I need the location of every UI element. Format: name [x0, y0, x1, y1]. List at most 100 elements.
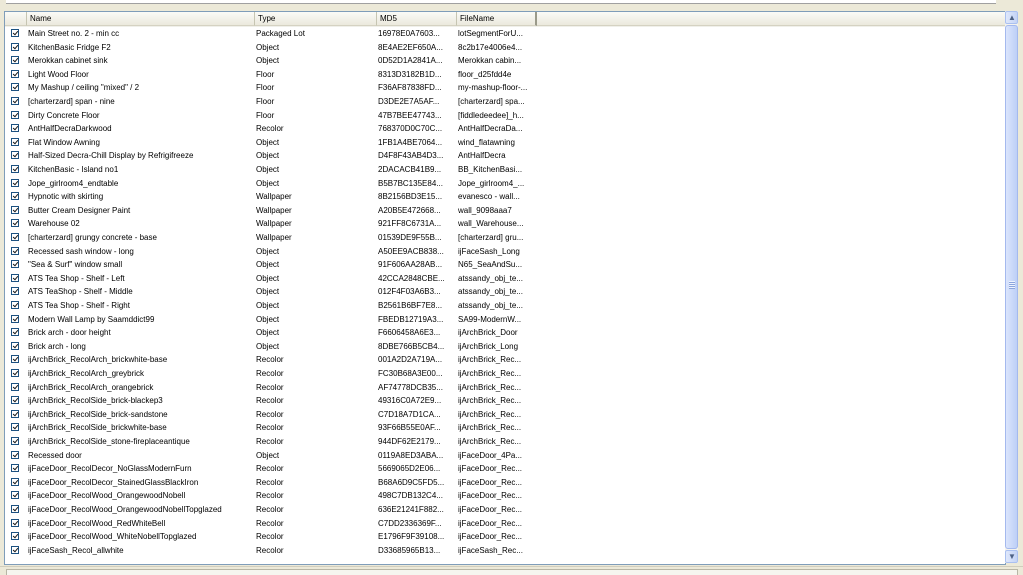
cell-filename: ijFaceDoor_Rec... [458, 491, 523, 501]
row-checkbox[interactable] [11, 301, 19, 309]
row-checkbox[interactable] [11, 382, 19, 391]
cell-filename: AntHalfDecraDa... [458, 124, 523, 134]
table-row[interactable]: Jope_girlroom4_endtable Object B5B7BC135E8… [5, 177, 1005, 191]
row-checkbox[interactable] [11, 328, 19, 337]
header-md5[interactable]: MD5 [377, 12, 457, 26]
cell-type: Recolor [256, 409, 284, 419]
row-checkbox[interactable] [11, 369, 19, 377]
table-row[interactable]: ijArchBrick_RecolSide_brickwhite-base Rec… [5, 421, 1005, 435]
table-row[interactable]: Warehouse 02 Wallpaper 921FF8C6731A... wall… [5, 217, 1005, 231]
row-checkbox[interactable] [11, 314, 19, 323]
table-row[interactable]: ijFaceDoor_RecolDecor_NoGlassModernFurn R… [5, 462, 1005, 476]
row-checkbox[interactable] [11, 396, 19, 405]
table-row[interactable]: ijFaceDoor_RecolWood_RedWhiteBell Recolor… [5, 517, 1005, 531]
table-row[interactable]: ijArchBrick_RecolSide_brick-sandstone Rec… [5, 408, 1005, 422]
row-checkbox[interactable] [11, 178, 19, 187]
table-row[interactable]: ijFaceDoor_RecolWood_OrangewoodNobell Rec… [5, 489, 1005, 503]
table-row[interactable]: ijArchBrick_RecolSide_stone-fireplaceant… [5, 435, 1005, 449]
cell-type: Object [256, 246, 280, 256]
table-row[interactable]: KitchenBasic - Island no1 Object 2DACACB41… [5, 163, 1005, 177]
table-row[interactable]: Brick arch - long Object 8DBE766B5CB4... ij… [5, 340, 1005, 354]
row-checkbox[interactable] [11, 477, 19, 486]
row-checkbox[interactable] [11, 56, 19, 65]
table-row[interactable]: Brick arch - door height Object F6606458A6… [5, 326, 1005, 340]
table-row[interactable]: Half-Sized Decra-Chill Display by Refrig… [5, 149, 1005, 163]
table-row[interactable]: ijArchBrick_RecolArch_orangebrick Recolor… [5, 381, 1005, 395]
table-row[interactable]: KitchenBasic Fridge F2 Object 8E4AE2EF650A… [5, 41, 1005, 55]
table-row[interactable]: AntHalfDecraDarkwood Recolor 768370D0C70C.… [5, 122, 1005, 136]
cell-filename: ijArchBrick_Rec... [458, 437, 522, 446]
row-checkbox[interactable] [11, 450, 19, 459]
row-checkbox[interactable] [11, 165, 19, 173]
table-row[interactable]: ijArchBrick_RecolArch_greybrick Recolor FC… [5, 367, 1005, 381]
row-checkbox[interactable] [11, 219, 19, 228]
row-checkbox[interactable] [11, 205, 19, 214]
header-checkbox-column[interactable] [5, 12, 27, 26]
table-row[interactable]: ijFaceDoor_RecolWood_OrangewoodNobellTop… [5, 503, 1005, 517]
cell-filename: ijFaceDoor_Rec... [458, 518, 523, 528]
header-name[interactable]: Name [27, 12, 255, 26]
scroll-thumb[interactable] [1005, 25, 1018, 549]
bottom-panel [6, 569, 1018, 575]
table-row[interactable]: ATS Tea Shop - Shelf - Right Object B2561B… [5, 299, 1005, 313]
row-checkbox[interactable] [11, 246, 19, 255]
table-row[interactable]: ATS TeaShop - Shelf - Middle Object 012F4F… [5, 285, 1005, 299]
row-checkbox[interactable] [11, 97, 19, 105]
table-row[interactable]: Flat Window Awning Object 1FB1A4BE7064... w… [5, 136, 1005, 150]
row-checkbox[interactable] [11, 137, 19, 146]
row-checkbox[interactable] [11, 124, 19, 133]
table-row[interactable]: Light Wood Floor Floor 8313D3182B1D... floo… [5, 68, 1005, 82]
row-checkbox[interactable] [11, 69, 19, 78]
table-row[interactable]: Merokkan cabinet sink Object 0D52D1A2841A.… [5, 54, 1005, 68]
table-row[interactable]: [charterzard] grungy concrete - base Wall… [5, 231, 1005, 245]
row-checkbox[interactable] [11, 273, 19, 282]
row-checkbox[interactable] [11, 287, 19, 296]
table-row[interactable]: ijFaceSash_Recol_allwhite Recolor D3368596… [5, 544, 1005, 558]
row-checkbox[interactable] [11, 532, 19, 541]
table-row[interactable]: "Sea & Surf" window small Object 91F606AA2… [5, 258, 1005, 272]
table-row[interactable]: Recessed sash window - long Object A50EE9A… [5, 245, 1005, 259]
cell-filename: [charterzard] spa... [458, 97, 525, 106]
row-checkbox[interactable] [11, 518, 19, 527]
vertical-scrollbar[interactable]: ▲ ▼ [1005, 11, 1018, 563]
table-row[interactable]: My Mashup / ceiling "mixed" / 2 Floor F36A… [5, 81, 1005, 95]
table-row[interactable]: Hypnotic with skirting Wallpaper 8B2156BD3… [5, 190, 1005, 204]
row-checkbox[interactable] [11, 437, 19, 445]
table-row[interactable]: Butter Cream Designer Paint Wallpaper A20B… [5, 204, 1005, 218]
table-row[interactable]: ijFaceDoor_RecolDecor_StainedGlassBlackI… [5, 476, 1005, 490]
row-checkbox[interactable] [11, 423, 19, 432]
table-row[interactable]: Main Street no. 2 - min cc Packaged Lot 16… [5, 27, 1005, 41]
row-checkbox[interactable] [11, 409, 19, 418]
row-checkbox[interactable] [11, 83, 19, 92]
row-checkbox[interactable] [11, 260, 19, 269]
cell-type: Recolor [256, 545, 284, 555]
table-row[interactable]: ATS Tea Shop - Shelf - Left Object 42CCA28… [5, 272, 1005, 286]
table-row[interactable]: ijArchBrick_RecolSide_brick-blackep3 Reco… [5, 394, 1005, 408]
row-checkbox[interactable] [11, 42, 19, 51]
cell-type: Floor [256, 69, 275, 79]
row-checkbox[interactable] [11, 545, 19, 554]
row-checkbox[interactable] [11, 341, 19, 350]
cell-name: Brick arch - long [28, 341, 86, 351]
row-checkbox[interactable] [11, 491, 19, 500]
row-checkbox[interactable] [11, 464, 19, 473]
table-row[interactable]: Modern Wall Lamp by Saamddict99 Object FBE… [5, 313, 1005, 327]
table-row[interactable]: Dirty Concrete Floor Floor 47B7BEE47743...… [5, 109, 1005, 123]
column-header-row: Name Type MD5 FileName [5, 12, 1005, 27]
cell-name: ijArchBrick_RecolSide_brickwhite-base [28, 423, 167, 433]
table-row[interactable]: ijArchBrick_RecolArch_brickwhite-base Rec… [5, 353, 1005, 367]
scroll-down-button[interactable]: ▼ [1005, 550, 1018, 563]
table-row[interactable]: [charterzard] span - nine Floor D3DE2E7A5A… [5, 95, 1005, 109]
header-type[interactable]: Type [255, 12, 377, 26]
scroll-up-button[interactable]: ▲ [1005, 11, 1018, 24]
row-checkbox[interactable] [11, 110, 19, 119]
row-checkbox[interactable] [11, 505, 19, 513]
row-checkbox[interactable] [11, 192, 19, 201]
row-checkbox[interactable] [11, 29, 19, 37]
row-checkbox[interactable] [11, 151, 19, 160]
row-checkbox[interactable] [11, 233, 19, 241]
row-checkbox[interactable] [11, 355, 19, 364]
table-row[interactable]: ijFaceDoor_RecolWood_WhiteNobellTopglaze… [5, 530, 1005, 544]
table-row[interactable]: Recessed door Object 0119A8ED3ABA... ijFace… [5, 449, 1005, 463]
header-filename[interactable]: FileName [457, 12, 537, 26]
